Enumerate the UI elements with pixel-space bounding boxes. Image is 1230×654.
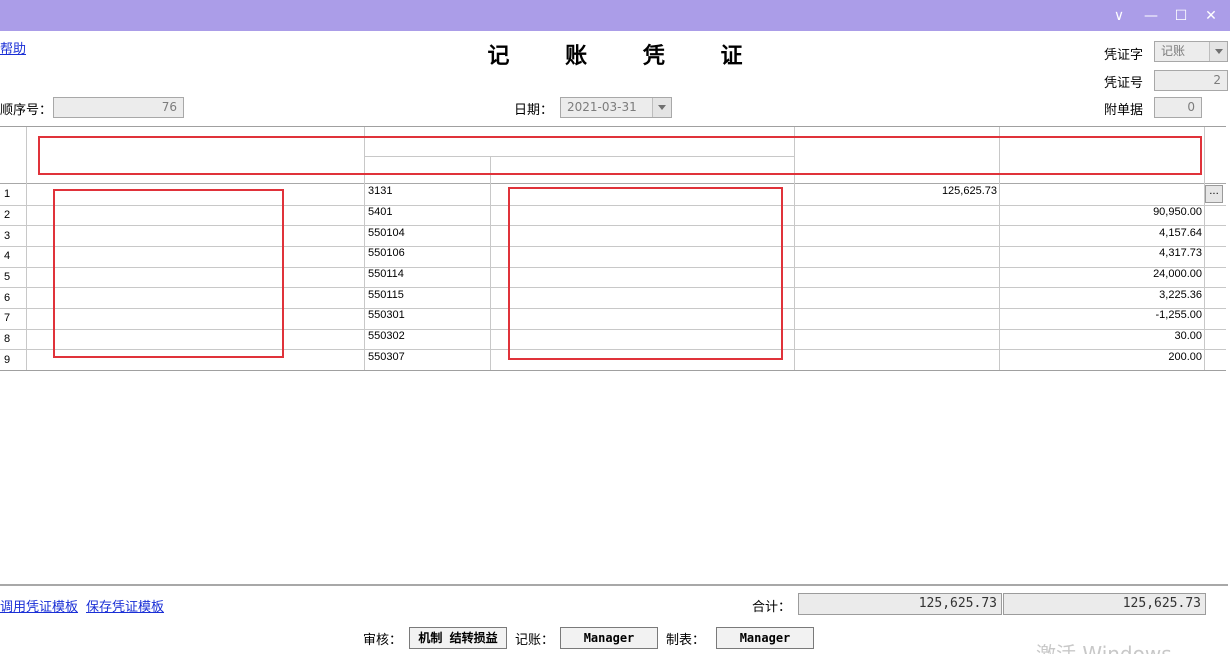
credit-amount[interactable]: 90,950.00 (1004, 202, 1202, 222)
account-code[interactable]: 550115 (368, 285, 404, 305)
audit-field: 机制 结转损益 (409, 627, 507, 649)
row-number: 4 (4, 250, 11, 262)
load-template-link[interactable]: 调用凭证模板 (0, 596, 78, 615)
col-line (26, 127, 27, 370)
voucher-no-field[interactable]: 2 (1154, 70, 1228, 91)
debit-amount[interactable]: 125,625.73 (800, 181, 997, 201)
row-number: 6 (4, 292, 11, 304)
credit-amount[interactable]: 4,157.64 (1004, 223, 1202, 243)
seq-field[interactable]: 76 (53, 97, 184, 118)
account-code[interactable]: 550104 (368, 223, 405, 243)
seq-label: 顺序号： (0, 103, 53, 118)
minimize-icon[interactable]: — (1141, 6, 1161, 26)
attachments-label: 附单据 (1104, 103, 1144, 118)
credit-amount[interactable]: 24,000.00 (1004, 264, 1202, 284)
row-number: 7 (4, 312, 11, 324)
credit-amount[interactable]: 3,225.36 (1004, 285, 1202, 305)
footer-divider (0, 584, 1228, 586)
col-line (1204, 127, 1205, 370)
total-label: 合计： (752, 600, 792, 615)
row-number: 3 (4, 230, 11, 242)
voucher-type-select[interactable]: 记账 (1154, 41, 1228, 62)
credit-amount[interactable]: 4,317.73 (1004, 243, 1202, 263)
posting-label: 记账： (515, 633, 555, 648)
row-number: 1 (4, 188, 11, 200)
account-code[interactable]: 550307 (368, 347, 405, 367)
total-credit: 125,625.73 (1003, 593, 1206, 615)
credit-amount[interactable]: 30.00 (1004, 326, 1202, 346)
preparer-label: 制表： (666, 633, 706, 648)
attachments-field[interactable]: 0 (1154, 97, 1202, 118)
credit-amount[interactable]: -1,255.00 (1004, 305, 1202, 325)
highlight-box-summary (53, 189, 284, 358)
highlight-box-header (38, 136, 1202, 175)
close-icon[interactable]: ✕ (1201, 6, 1221, 26)
activation-watermark: 激活 Windows (1036, 642, 1172, 654)
row-number: 9 (4, 354, 11, 366)
account-lookup-button[interactable]: ... (1205, 185, 1223, 203)
chevron-down-icon[interactable] (1209, 42, 1227, 61)
maximize-icon[interactable]: ☐ (1171, 6, 1191, 26)
date-picker[interactable]: 2021-03-31 (560, 97, 672, 118)
row-number: 5 (4, 271, 11, 283)
highlight-box-account-name (508, 187, 783, 360)
voucher-no-label: 凭证号 (1104, 76, 1144, 91)
posting-field: Manager (560, 627, 658, 649)
account-code[interactable]: 3131 (368, 181, 392, 201)
save-template-link[interactable]: 保存凭证模板 (86, 596, 164, 615)
preparer-field: Manager (716, 627, 814, 649)
chevron-down-icon[interactable] (652, 98, 671, 117)
account-code[interactable]: 550302 (368, 326, 405, 346)
date-label: 日期： (514, 103, 554, 118)
header-bottom-line (0, 183, 1226, 184)
account-code[interactable]: 550301 (368, 305, 405, 325)
help-link[interactable]: 帮助 (0, 38, 26, 57)
credit-amount[interactable]: 200.00 (1004, 347, 1202, 367)
voucher-type-label: 凭证字 (1104, 48, 1144, 63)
window-titlebar: ∨ — ☐ ✕ (0, 0, 1230, 31)
account-code[interactable]: 5401 (368, 202, 392, 222)
page-title: 记 账 凭 证 (487, 43, 767, 69)
date-value: 2021-03-31 (567, 100, 637, 114)
row-number: 8 (4, 333, 11, 345)
total-debit: 125,625.73 (798, 593, 1002, 615)
audit-label: 审核： (363, 633, 403, 648)
voucher-type-value: 记账 (1161, 44, 1186, 58)
chevron-down-icon[interactable]: ∨ (1109, 6, 1129, 26)
account-code[interactable]: 550106 (368, 243, 405, 263)
account-code[interactable]: 550114 (368, 264, 404, 284)
col-line (490, 156, 491, 370)
row-number: 2 (4, 209, 11, 221)
